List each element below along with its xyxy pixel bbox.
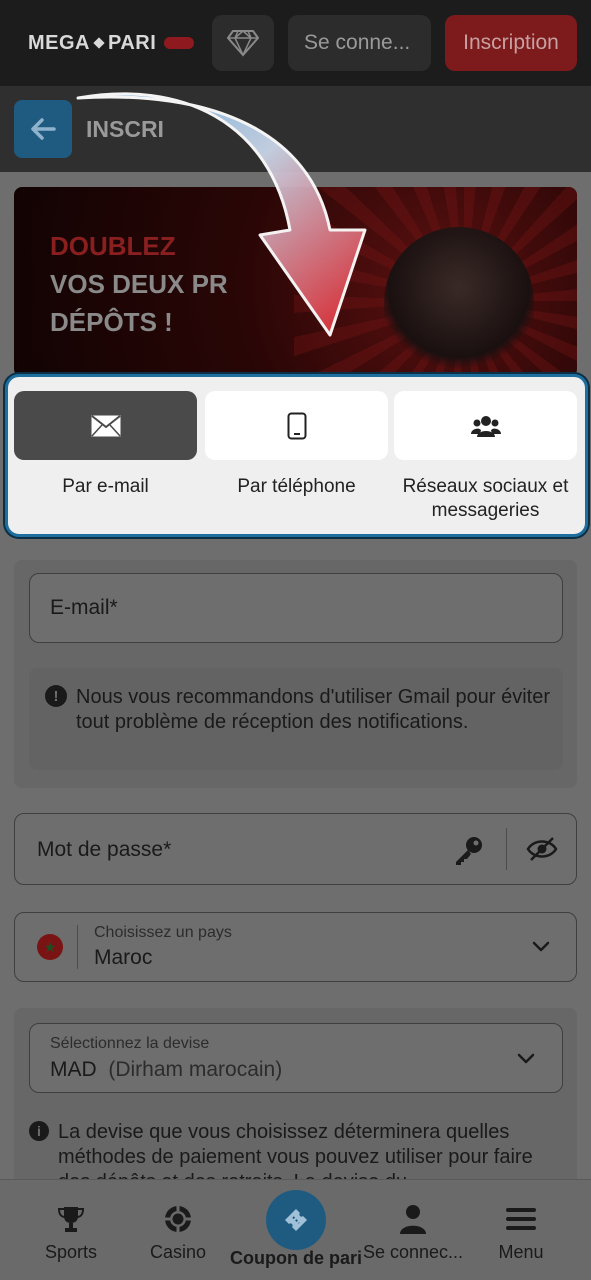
country-divider [77,925,78,969]
ticket-icon [285,1209,307,1231]
signup-button[interactable]: Inscription [445,15,577,71]
promo-banner[interactable]: DOUBLEZ VOS DEUX PR DÉPÔTS ! [14,187,577,377]
nav-casino[interactable]: Casino [140,1180,216,1280]
nav-login[interactable]: Se connec... [360,1180,466,1280]
tab-email-label: Par e-mail [62,476,149,497]
logo-text-mega: MEGA [28,31,90,54]
key-icon[interactable] [453,834,485,866]
currency-name: (Dirham marocain) [108,1058,283,1081]
back-button[interactable] [14,100,72,158]
arrow-left-icon [31,118,56,140]
chevron-down-icon [532,941,550,952]
chevron-down-icon [517,1053,535,1064]
nav-login-label: Se connec... [362,1242,464,1262]
users-icon [470,415,501,437]
logo-flag [164,37,195,49]
envelope-icon [90,414,121,437]
info-icon: i [29,1121,49,1141]
currency-select[interactable]: Sélectionnez la devise MAD (Dirham maroc… [29,1023,563,1093]
banner-headline: DOUBLEZ VOS DEUX PR DÉPÔTS ! [50,227,228,341]
country-value: Maroc [94,946,153,969]
banner-line-1: DOUBLEZ [50,231,176,261]
tab-phone-label: Par téléphone [237,476,356,497]
login-button[interactable]: Se conne... [288,15,431,71]
country-select[interactable]: ★ Choisissez un pays Maroc [14,912,577,982]
nav-sports-label: Sports [44,1242,98,1262]
banner-line-2: VOS DEUX PR [50,269,228,299]
registration-method-selector: Par e-mail Par téléphone Réseaux sociaux… [5,374,588,537]
hamburger-menu-icon [506,1208,536,1230]
logo-text-pari: PARI [108,31,157,54]
top-bar: MEGA PARI Se conne... Inscription [0,0,591,86]
user-icon [400,1205,426,1234]
nav-coupon-button[interactable] [266,1190,326,1250]
page-title: INSCRI [86,116,164,142]
currency-label: Sélectionnez la devise [50,1035,210,1052]
trophy-icon [57,1207,85,1232]
logo-separator [93,37,105,49]
password-input[interactable]: Mot de passe* [14,813,577,885]
currency-value: MAD (Dirham marocain) [50,1058,282,1082]
nav-menu[interactable]: Menu [488,1180,554,1280]
email-input[interactable]: E-mail* [29,573,563,643]
password-divider [506,828,507,870]
tab-social-label: Réseaux sociaux et messageries [402,476,569,521]
eye-off-icon[interactable] [526,836,558,862]
tab-social[interactable] [394,391,577,460]
gmail-notice-text: Nous vous recommandons d'utiliser Gmail … [76,686,551,733]
tab-email[interactable] [14,391,197,460]
password-placeholder: Mot de passe* [37,838,172,861]
page-header: INSCRI [0,86,591,172]
nav-casino-label: Casino [149,1242,207,1262]
nav-coupon-label[interactable]: Coupon de pari [222,1248,370,1269]
info-icon: ! [45,685,67,707]
phone-icon [287,412,306,439]
megapari-logo[interactable]: MEGA PARI [28,30,195,56]
country-label: Choisissez un pays [94,924,232,941]
nav-sports[interactable]: Sports [32,1180,110,1280]
banner-line-3: DÉPÔTS ! [50,307,173,337]
tab-phone[interactable] [205,391,388,460]
vip-button[interactable] [212,15,274,71]
diamond-icon [227,30,259,57]
morocco-flag-icon: ★ [37,934,63,960]
currency-code: MAD [50,1058,97,1081]
nav-menu-label: Menu [498,1242,544,1262]
jockey-image [384,227,534,377]
casino-chip-icon [165,1206,191,1232]
